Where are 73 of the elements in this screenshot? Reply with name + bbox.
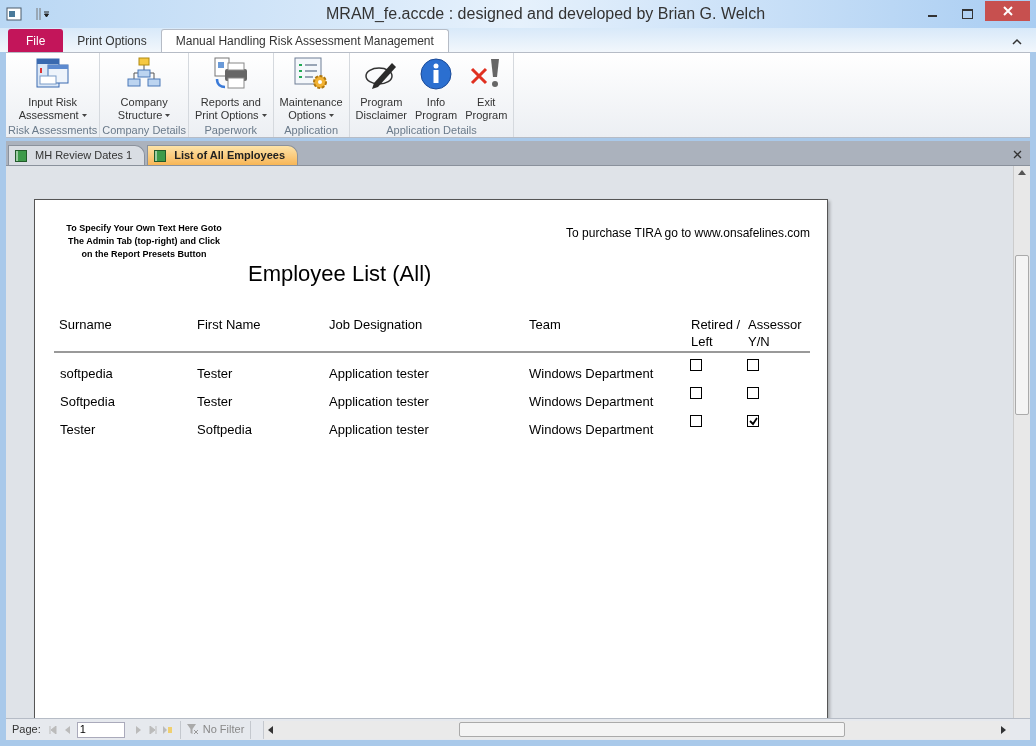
column-header: Job Designation <box>328 316 424 334</box>
ribbon-tab[interactable]: Manual Handling Risk Assessment Management <box>160 29 449 52</box>
ribbon-group-label: Application <box>284 123 338 138</box>
column-header: Assessor Y/N <box>747 316 803 350</box>
page-label: Page: <box>12 722 41 738</box>
file-tab[interactable]: File <box>8 29 64 52</box>
window-title: MRAM_fe.accde : designed and developed by Brian G. Welch <box>326 4 766 24</box>
page-number-field[interactable]: 1 <box>76 721 125 738</box>
ribbon-button[interactable]: Input Risk Assessment <box>14 53 91 122</box>
column-header: Surname <box>58 316 113 334</box>
document-tab[interactable]: MH Review Dates 1 <box>8 145 146 165</box>
close-tab-icon[interactable] <box>1013 150 1022 159</box>
dropdown-icon <box>261 114 267 117</box>
info-icon <box>419 57 454 91</box>
ribbon-button[interactable]: Program Disclaimer <box>351 53 411 122</box>
table-cell-text: Application tester <box>328 421 429 439</box>
ribbon-group-label: Application Details <box>386 123 477 138</box>
scroll-thumb[interactable] <box>1015 255 1029 415</box>
filter-icon <box>186 724 199 735</box>
dropdown-icon <box>329 114 335 117</box>
column-header: Retired / Left <box>690 316 741 350</box>
column-header: Team <box>528 316 562 334</box>
forms-icon <box>35 57 70 91</box>
report-icon <box>154 149 167 162</box>
checklist-gear-icon <box>293 57 330 91</box>
table-cell-text: Windows Department <box>528 421 654 439</box>
close-icon <box>1002 6 1013 16</box>
ribbon-group-label: Company Details <box>102 123 186 138</box>
checkbox[interactable] <box>690 415 702 427</box>
table-cell-text: Windows Department <box>528 393 654 411</box>
ribbon-group-label: Paperwork <box>204 123 258 138</box>
checkbox[interactable] <box>690 387 702 399</box>
scroll-up-icon[interactable] <box>1018 170 1026 175</box>
report-icon <box>15 149 27 162</box>
column-header: First Name <box>196 316 262 334</box>
purchase-note: To purchase TIRA go to www.onsafelines.com <box>566 225 810 242</box>
checkbox[interactable] <box>747 415 759 427</box>
maximize-icon[interactable] <box>962 9 973 19</box>
table-cell-text: Application tester <box>328 365 429 383</box>
ribbon-group-label: Risk Assessments <box>8 123 98 138</box>
table-cell-text: Softpedia <box>196 421 252 439</box>
ribbon-button[interactable]: Company Structure <box>113 53 175 122</box>
scroll-right-icon[interactable] <box>1001 725 1006 734</box>
ribbon-button[interactable]: Maintenance Options <box>275 53 347 122</box>
scroll-thumb[interactable] <box>459 722 846 737</box>
close-button[interactable] <box>985 1 1030 21</box>
table-cell-text: Softpedia <box>59 393 115 411</box>
table-cell-text: Tester <box>196 365 233 383</box>
header-note: To Specify Your Own Text Here Goto The Admin Tab (top-right) and Click on the Report Presets Button <box>65 222 223 261</box>
table-cell-text: Application tester <box>328 393 429 411</box>
quick-access-dropdown-icon[interactable] <box>36 7 50 21</box>
dropdown-icon <box>165 114 171 117</box>
vertical-scrollbar[interactable] <box>1013 166 1030 718</box>
report-title: Employee List (All) <box>248 260 432 288</box>
ribbon-button[interactable]: Exit Program <box>461 53 512 122</box>
scroll-left-icon[interactable] <box>268 725 274 734</box>
table-cell-text: Tester <box>59 421 96 439</box>
table-cell-text: Windows Department <box>528 365 654 383</box>
checkbox[interactable] <box>747 359 759 371</box>
check-icon <box>748 416 758 426</box>
printer-icon <box>212 57 249 91</box>
app-icon[interactable] <box>6 7 22 21</box>
checkbox[interactable] <box>747 387 759 399</box>
ribbon-button[interactable]: Reports and Print Options <box>191 53 271 122</box>
ribbon-tab[interactable]: Print Options <box>63 29 161 52</box>
ribbon-button[interactable]: Info Program <box>410 53 462 122</box>
horizontal-scrollbar[interactable] <box>263 720 1010 739</box>
table-cell-text: softpedia <box>59 365 113 383</box>
dropdown-icon <box>81 114 87 117</box>
table-cell-text: Tester <box>196 393 233 411</box>
document-tab[interactable]: List of All Employees <box>147 145 299 165</box>
collapse-ribbon-icon[interactable] <box>1012 38 1022 46</box>
checkbox[interactable] <box>690 359 702 371</box>
